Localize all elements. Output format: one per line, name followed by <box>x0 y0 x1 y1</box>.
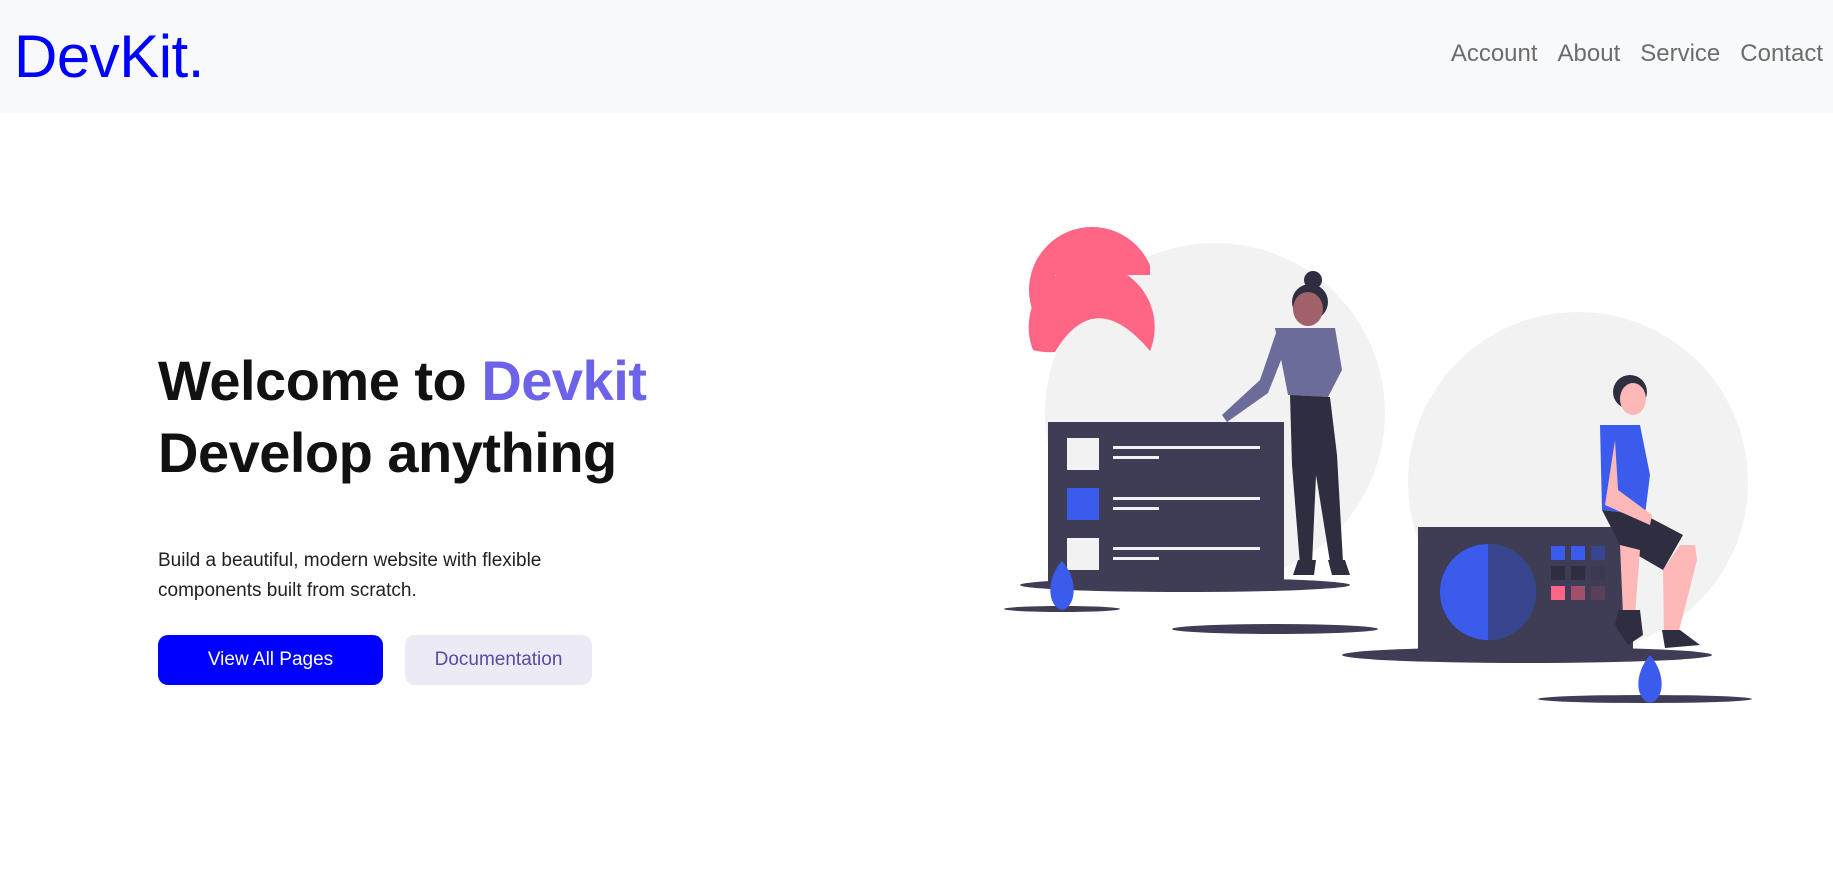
view-all-pages-button[interactable]: View All Pages <box>158 635 383 685</box>
board-line <box>1113 446 1260 449</box>
grid-cell <box>1591 566 1605 580</box>
board-line <box>1113 456 1159 459</box>
woman-face <box>1293 292 1323 326</box>
hero-section: Welcome to Devkit Develop anything <box>158 345 778 489</box>
brand-logo[interactable]: DevKit. <box>14 22 204 92</box>
grid-cell <box>1551 586 1565 600</box>
woman-shoe-left <box>1293 560 1316 575</box>
nav-link-contact[interactable]: Contact <box>1740 38 1823 70</box>
grid-cell <box>1571 566 1585 580</box>
grid-cell <box>1571 586 1585 600</box>
nav-link-account[interactable]: Account <box>1451 38 1538 70</box>
board-checkbox-2 <box>1067 488 1099 520</box>
grid-cell <box>1551 566 1565 580</box>
man-shoe-right <box>1662 630 1700 648</box>
board-line <box>1113 497 1260 500</box>
headline-welcome: Welcome to <box>158 349 482 412</box>
board-checkbox-1 <box>1067 438 1099 470</box>
board-line <box>1113 557 1159 560</box>
hero-headline: Welcome to Devkit Develop anything <box>158 345 778 489</box>
nav-link-about[interactable]: About <box>1558 38 1621 70</box>
board-line <box>1113 547 1260 550</box>
board-checkbox-3 <box>1067 538 1099 570</box>
grid-cell <box>1591 586 1605 600</box>
grid-cell <box>1551 546 1565 560</box>
woman-shoe-right <box>1328 560 1350 575</box>
plant-right <box>1638 655 1662 703</box>
headline-accent: Devkit <box>481 349 647 412</box>
nav-link-service[interactable]: Service <box>1640 38 1720 70</box>
grid-cell <box>1571 546 1585 560</box>
shadow-middle <box>1172 624 1378 634</box>
documentation-button[interactable]: Documentation <box>405 635 592 685</box>
grid-cell <box>1591 546 1605 560</box>
board-line <box>1113 507 1159 510</box>
hero-lead-text: Build a beautiful, modern website with f… <box>158 550 542 601</box>
headline-line2: Develop anything <box>158 421 617 484</box>
man-face <box>1620 383 1646 415</box>
navbar: DevKit. Account About Service Contact <box>0 0 1833 113</box>
main-nav: Account About Service Contact <box>1451 38 1823 70</box>
team-working-illustration <box>1004 227 1752 703</box>
